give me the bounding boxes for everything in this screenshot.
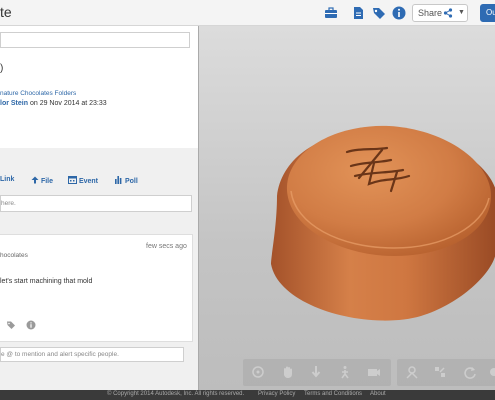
document-icon[interactable] (350, 5, 366, 21)
poll-chart-icon (115, 176, 122, 184)
item-details: ) nature Chocolates Folders lor Stein on… (0, 26, 198, 148)
pan-hand-icon[interactable] (281, 365, 295, 379)
info-icon[interactable] (26, 320, 36, 330)
event-action-button[interactable]: Event (68, 176, 98, 185)
camera-icon[interactable] (367, 365, 381, 379)
footer: © Copyright 2014 Autodesk, Inc. All righ… (0, 390, 495, 400)
post-timestamp: few secs ago (146, 243, 187, 250)
tag-icon[interactable] (371, 5, 387, 21)
event-label: Event (78, 178, 99, 185)
poll-action-button[interactable]: Poll (115, 176, 138, 185)
activity-post: few secs ago hocolates let's start machi… (0, 234, 193, 342)
share-button[interactable]: Share ▼ (412, 4, 468, 22)
link-label: Link (0, 176, 15, 183)
measure-icon[interactable] (405, 365, 419, 379)
3d-viewport[interactable] (198, 26, 495, 390)
rotate-icon[interactable] (463, 365, 477, 379)
terms-link[interactable]: Terms and Conditions (304, 391, 362, 397)
orbit-icon[interactable] (251, 365, 265, 379)
upload-arrow-icon (31, 176, 39, 184)
link-action-button[interactable]: Link (0, 176, 14, 183)
created-date: on 29 Nov 2014 at 23:33 (28, 100, 107, 107)
explode-icon[interactable] (433, 365, 447, 379)
poll-label: Poll (124, 178, 138, 185)
settings-icon[interactable] (487, 365, 495, 379)
item-title-fragment: ) (0, 63, 4, 74)
top-bar: te Share ▼ Ou (0, 0, 495, 26)
post-input[interactable]: here. (0, 195, 192, 212)
author-link[interactable]: lor Stein (0, 100, 28, 107)
tag-icon[interactable] (6, 320, 16, 330)
author-line: lor Stein on 29 Nov 2014 at 23:33 (0, 100, 107, 107)
primary-action-button[interactable]: Ou (480, 4, 495, 22)
chocolate-model (271, 125, 495, 321)
walk-icon[interactable] (338, 365, 352, 379)
comment-input[interactable]: e @ to mention and alert specific people… (0, 347, 184, 362)
post-actions: Link File Event Poll (0, 176, 198, 190)
folder-breadcrumb-link[interactable]: nature Chocolates Folders (0, 90, 76, 97)
about-link[interactable]: About (370, 391, 386, 397)
file-action-button[interactable]: File (31, 176, 53, 185)
info-icon[interactable] (391, 5, 407, 21)
share-icon (443, 8, 453, 18)
file-label: File (40, 178, 54, 185)
post-message: let's start machining that mold (0, 278, 93, 285)
left-panel: ) nature Chocolates Folders lor Stein on… (0, 26, 198, 390)
share-label: Share (418, 8, 443, 18)
zoom-arrow-icon[interactable] (309, 365, 323, 379)
name-field[interactable] (0, 32, 190, 48)
app-title: te (0, 4, 12, 20)
calendar-icon (68, 176, 77, 184)
chevron-down-icon: ▼ (458, 9, 465, 16)
copyright-text: © Copyright 2014 Autodesk, Inc. All righ… (107, 391, 245, 397)
privacy-policy-link[interactable]: Privacy Policy (258, 391, 295, 397)
toolbox-icon[interactable] (323, 5, 339, 21)
post-folder[interactable]: hocolates (0, 252, 28, 259)
